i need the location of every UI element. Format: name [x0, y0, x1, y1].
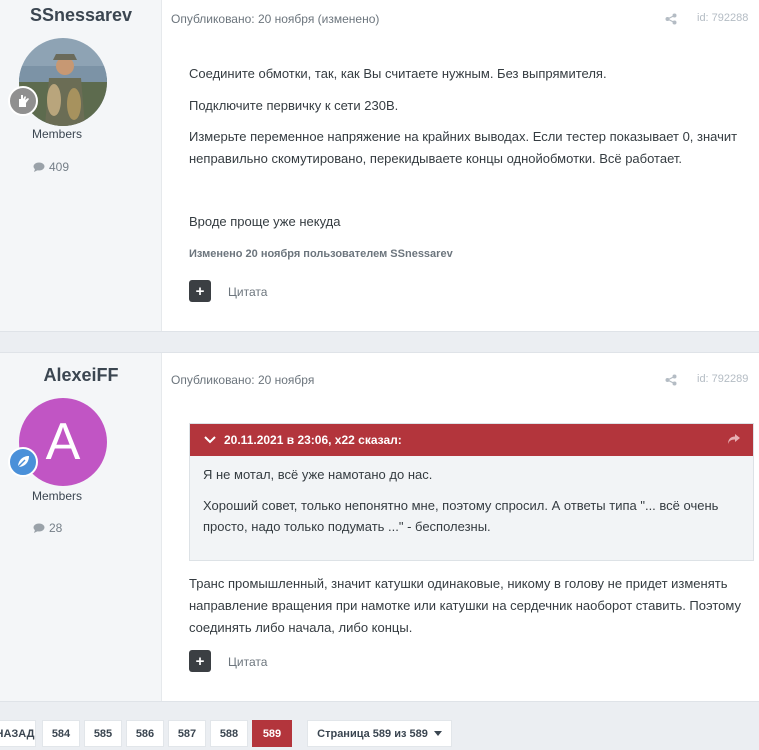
- page-jump-label: Страница 589 из 589: [317, 727, 428, 740]
- author-panel: SSnessarev Members 409: [0, 0, 162, 331]
- post-count-value: 28: [49, 521, 63, 535]
- post-paragraph: Вроде проще уже некуда: [189, 214, 341, 229]
- quote-header: 20.11.2021 в 23:06, x22 сказал:: [190, 424, 753, 456]
- rank-badge-icon: [8, 447, 38, 477]
- post-paragraph: Соедините обмотки, так, как Вы считаете …: [189, 66, 607, 81]
- quote-button[interactable]: Цитата: [228, 285, 267, 299]
- comment-icon: [33, 523, 45, 533]
- post-paragraph: Транс промышленный, значит катушки одина…: [189, 576, 741, 635]
- pagination-page[interactable]: 584: [42, 720, 80, 747]
- plus-icon: +: [195, 282, 205, 300]
- post-paragraph: Измерьте переменное напряжение на крайни…: [189, 129, 738, 166]
- author-name[interactable]: AlexeiFF: [0, 365, 162, 386]
- multiquote-add-button[interactable]: +: [189, 650, 211, 672]
- quote-line: Я не мотал, всё уже намотано до нас.: [203, 467, 433, 482]
- goto-quote-icon[interactable]: [727, 433, 741, 445]
- share-icon[interactable]: [665, 374, 677, 386]
- author-panel: AlexeiFF A Members 28: [0, 353, 162, 701]
- published-date[interactable]: Опубликовано: 20 ноября (изменено): [171, 12, 379, 26]
- caret-down-icon: [433, 731, 442, 736]
- edited-note: Изменено 20 ноября пользователем SSnessa…: [189, 248, 453, 260]
- post-count: 28: [33, 521, 62, 535]
- pagination-page-current[interactable]: 589: [252, 720, 292, 747]
- pagination-page[interactable]: 586: [126, 720, 164, 747]
- post-id: id: 792289: [697, 373, 749, 385]
- pagination-page[interactable]: 587: [168, 720, 206, 747]
- share-icon[interactable]: [665, 13, 677, 25]
- post-count-value: 409: [49, 160, 70, 174]
- member-group: Members: [31, 489, 82, 503]
- page-jump-dropdown[interactable]: Страница 589 из 589: [307, 720, 452, 747]
- published-date[interactable]: Опубликовано: 20 ноября: [171, 373, 314, 387]
- member-group: Members: [31, 127, 82, 141]
- plus-icon: +: [195, 652, 205, 670]
- post-792288: SSnessarev Members 409 Опубликовано: 20 …: [0, 0, 759, 332]
- pagination-page[interactable]: 588: [210, 720, 248, 747]
- post-count: 409: [33, 160, 69, 174]
- quote-line: Хороший совет, только непонятно мне, поэ…: [203, 498, 719, 534]
- author-name[interactable]: SSnessarev: [0, 5, 162, 26]
- quote-citation[interactable]: 20.11.2021 в 23:06, x22 сказал:: [224, 433, 402, 447]
- quote-button[interactable]: Цитата: [228, 655, 267, 669]
- avatar-letter: A: [45, 413, 81, 471]
- multiquote-add-button[interactable]: +: [189, 280, 211, 302]
- quote-block: 20.11.2021 в 23:06, x22 сказал: Я не мот…: [189, 423, 754, 561]
- reputation-badge-icon: [8, 86, 38, 116]
- comment-icon: [33, 162, 45, 172]
- post-paragraph: Подключите первичку к сети 230В.: [189, 98, 399, 113]
- pagination-page[interactable]: 585: [84, 720, 122, 747]
- post-id: id: 792288: [697, 12, 749, 24]
- chevron-down-icon[interactable]: [204, 436, 216, 444]
- pagination-back[interactable]: НАЗАД: [0, 720, 36, 747]
- post-792289: AlexeiFF A Members 28 Опубликовано: 20 н…: [0, 352, 759, 702]
